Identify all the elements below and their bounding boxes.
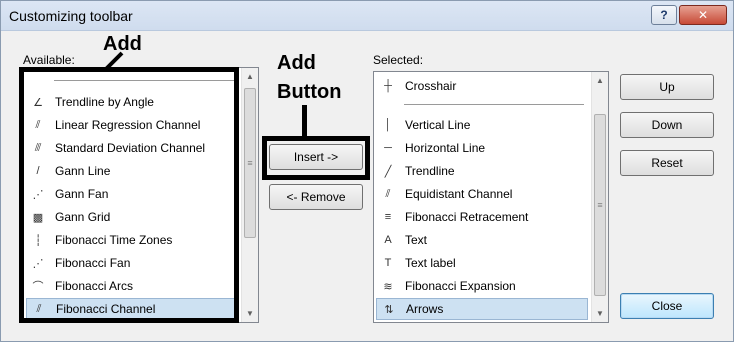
close-icon: ✕ — [697, 8, 709, 22]
list-item-label: Vertical Line — [405, 118, 471, 132]
trendline-icon: ╱ — [384, 165, 392, 178]
remove-button-label: <- Remove — [286, 190, 346, 204]
horizontal-line-icon: ─ — [384, 142, 392, 154]
arrows-icon: ⇅ — [384, 303, 394, 316]
list-item[interactable]: ╱ Trendline — [376, 160, 588, 182]
list-item-label: Equidistant Channel — [405, 187, 513, 201]
list-item-label: Arrows — [406, 302, 444, 316]
fibonacci-retracement-icon: ≡ — [384, 211, 392, 223]
selected-list[interactable]: ┼ Crosshair │ Vertical Line ─ Horizontal Line… — [373, 71, 609, 323]
list-item-label: Text — [405, 233, 428, 247]
help-button[interactable]: ? — [651, 5, 677, 25]
list-item-label: Crosshair — [405, 79, 457, 93]
list-item[interactable]: ⇅ Arrows — [376, 298, 588, 320]
vertical-line-icon: │ — [384, 119, 392, 131]
list-item[interactable]: ┼ Crosshair — [376, 75, 588, 97]
insert-highlight-frame — [262, 136, 370, 180]
list-item-label: Horizontal Line — [405, 141, 486, 155]
crosshair-icon: ┼ — [384, 80, 392, 92]
scroll-up-arrow-icon[interactable]: ▲ — [592, 72, 608, 89]
up-button[interactable]: Up — [620, 74, 714, 100]
remove-button[interactable]: <- Remove — [269, 184, 363, 210]
reset-button[interactable]: Reset — [620, 150, 714, 176]
equidistant-channel-icon: ⫽ — [385, 187, 391, 200]
list-item-label: Fibonacci Expansion — [405, 279, 516, 293]
window-title: Customizing toolbar — [9, 8, 133, 24]
list-item[interactable]: ─ Horizontal Line — [376, 137, 588, 159]
list-item[interactable]: ≡ Fibonacci Retracement — [376, 206, 588, 228]
list-item[interactable]: ≋ Fibonacci Expansion — [376, 275, 588, 297]
title-bar: Customizing toolbar ? ✕ — [1, 1, 733, 31]
scroll-down-arrow-icon[interactable]: ▼ — [242, 305, 258, 322]
scroll-thumb[interactable]: ≡ — [244, 88, 256, 238]
available-scrollbar[interactable]: ▲ ≡ ▼ — [241, 68, 258, 322]
list-item[interactable]: │ Vertical Line — [376, 114, 588, 136]
annotation-add-button-line1: Add — [277, 52, 316, 74]
annotation-add-button-line2: Button — [277, 81, 342, 103]
help-icon: ? — [660, 8, 668, 22]
list-item-label: Text label — [405, 256, 456, 270]
scroll-thumb[interactable]: ≡ — [594, 114, 606, 296]
annotation-pointer — [104, 51, 124, 71]
list-item-label: Trendline — [405, 164, 455, 178]
close-window-button[interactable]: ✕ — [679, 5, 727, 25]
fibonacci-expansion-icon: ≋ — [383, 280, 393, 293]
down-button[interactable]: Down — [620, 112, 714, 138]
list-item[interactable]: T Text label — [376, 252, 588, 274]
down-button-label: Down — [651, 118, 683, 132]
up-button-label: Up — [659, 80, 675, 94]
close-button-label: Close — [651, 299, 683, 313]
scroll-up-arrow-icon[interactable]: ▲ — [242, 68, 258, 85]
reset-button-label: Reset — [651, 156, 683, 170]
selected-label: Selected: — [373, 53, 424, 67]
customizing-toolbar-dialog: Customizing toolbar ? ✕ Available: ∠ Tren… — [0, 0, 734, 342]
annotation-connector — [302, 105, 307, 139]
list-item[interactable]: ⫽ Equidistant Channel — [376, 183, 588, 205]
list-item-label: Fibonacci Retracement — [405, 210, 529, 224]
close-button[interactable]: Close — [620, 293, 714, 319]
text-icon: A — [384, 234, 392, 246]
text-label-icon: T — [384, 257, 392, 269]
scroll-down-arrow-icon[interactable]: ▼ — [592, 305, 608, 322]
separator — [404, 104, 584, 105]
available-label: Available: — [23, 53, 75, 67]
available-highlight-frame — [19, 67, 239, 323]
selected-scrollbar[interactable]: ▲ ≡ ▼ — [591, 72, 608, 322]
list-item[interactable]: A Text — [376, 229, 588, 251]
